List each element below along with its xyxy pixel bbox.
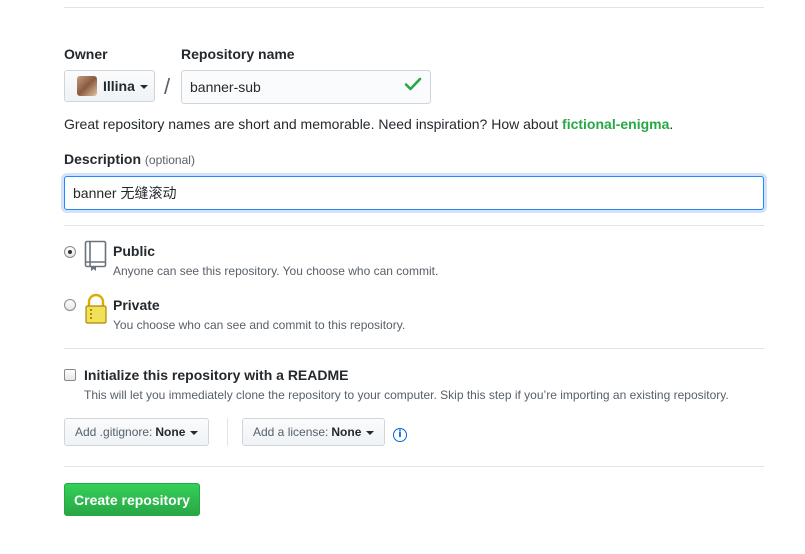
create-repository-button[interactable]: Create repository (64, 483, 200, 516)
info-icon[interactable]: i (393, 428, 407, 442)
check-icon (404, 77, 422, 91)
divider-init (64, 348, 764, 349)
private-note: You choose who can see and commit to thi… (113, 318, 406, 332)
owner-label: Owner (64, 46, 108, 62)
divider-actions (64, 466, 764, 467)
public-note: Anyone can see this repository. You choo… (113, 264, 439, 278)
name-suggestion[interactable]: fictional-enigma (562, 116, 669, 132)
readme-label[interactable]: Initialize this repository with a README (84, 367, 348, 383)
top-divider (64, 7, 764, 8)
gitignore-dropdown[interactable]: Add .gitignore: None (64, 418, 210, 446)
license-value: None (331, 425, 362, 439)
caret-down-icon (139, 85, 148, 89)
hint-end: . (669, 116, 674, 132)
license-dropdown[interactable]: Add a license: None (242, 418, 386, 446)
hint-text: Great repository names are short and mem… (64, 116, 563, 132)
public-title: Public (113, 243, 156, 259)
repo-name-hint: Great repository names are short and mem… (64, 116, 673, 132)
avatar (77, 76, 97, 96)
private-radio[interactable] (64, 299, 76, 311)
owner-dropdown[interactable]: Illina (64, 70, 155, 102)
license-label: Add a license: (253, 425, 329, 439)
divider-visibility (64, 225, 764, 226)
gitignore-value: None (155, 425, 186, 439)
description-label: Description (64, 151, 142, 167)
lock-icon (85, 293, 107, 324)
public-radio[interactable] (64, 246, 76, 258)
select-separator (227, 418, 228, 446)
readme-checkbox[interactable] (64, 369, 76, 381)
readme-note: This will let you immediately clone the … (84, 388, 729, 402)
description-label-row: Description (optional) (64, 151, 195, 167)
repo-name-label: Repository name (181, 46, 295, 62)
private-title: Private (113, 297, 160, 313)
caret-down-icon (190, 431, 199, 435)
owner-name: Illina (103, 78, 135, 94)
gitignore-label: Add .gitignore: (75, 425, 153, 439)
repo-book-icon (84, 240, 107, 271)
caret-down-icon (366, 431, 375, 435)
description-input[interactable] (64, 176, 764, 210)
optional-tag: (optional) (144, 153, 195, 167)
repo-name-input[interactable] (181, 70, 431, 104)
owner-repo-separator: / (164, 74, 171, 99)
